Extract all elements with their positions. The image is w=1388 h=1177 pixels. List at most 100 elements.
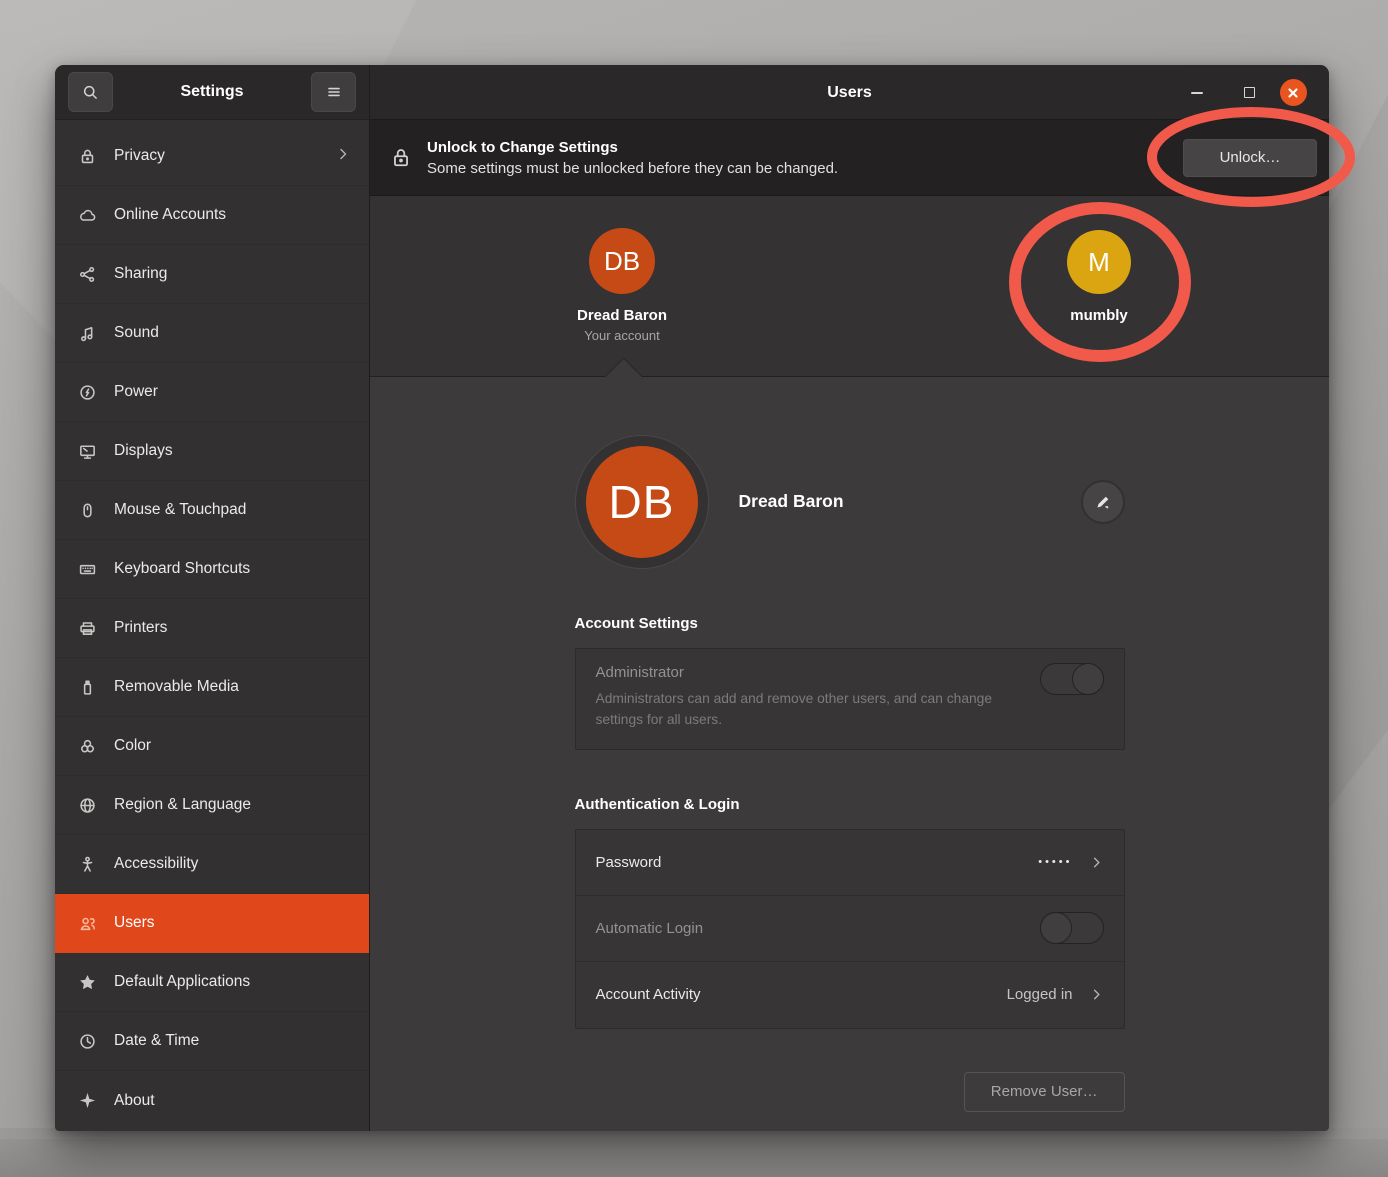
avatar-ring: DB (575, 435, 709, 569)
close-icon (1280, 79, 1307, 106)
sidebar-item-label: Displays (114, 442, 173, 460)
background-band (0, 1139, 1388, 1177)
unlock-button[interactable]: Unlock… (1183, 139, 1317, 177)
account-activity-value: Logged in (1007, 986, 1073, 1003)
password-dots: ••••• (1038, 856, 1072, 868)
user-subtitle: Your account (532, 328, 712, 343)
share-icon (77, 264, 97, 284)
close-button[interactable] (1273, 65, 1313, 120)
sidebar-item-label: Mouse & Touchpad (114, 501, 246, 519)
sidebar-item-label: Date & Time (114, 1032, 199, 1050)
lock-icon (77, 146, 97, 166)
user-card-mumbly[interactable]: M mumbly (1009, 196, 1189, 324)
sidebar-nav: Privacy Online Accounts Sharing Sound Po… (55, 120, 369, 1131)
sidebar-item-about[interactable]: About (55, 1071, 369, 1130)
hamburger-menu-icon (326, 84, 342, 100)
chevron-right-icon (335, 146, 351, 167)
unlock-banner-text: Unlock to Change Settings Some settings … (427, 139, 838, 177)
sidebar-item-label: Sharing (114, 265, 167, 283)
cloud-icon (77, 205, 97, 225)
toggle-knob (1072, 663, 1104, 695)
search-button[interactable] (68, 72, 113, 112)
user-name: Dread Baron (532, 307, 712, 324)
settings-window: Settings Privacy Online Accounts Sharing (55, 65, 1329, 1131)
color-circles-icon (77, 736, 97, 756)
user-detail-panel: DB Dread Baron Account Settings Administ… (370, 377, 1329, 1131)
users-icon (77, 913, 97, 933)
unlock-banner-title: Unlock to Change Settings (427, 139, 838, 156)
administrator-label: Administrator (596, 664, 1104, 681)
sidebar-item-label: Default Applications (114, 973, 250, 991)
account-settings-card: Administrator Administrators can add and… (575, 648, 1125, 750)
accessibility-icon (77, 854, 97, 874)
account-activity-row[interactable]: Account Activity Logged in (576, 962, 1124, 1028)
avatar[interactable]: DB (586, 446, 698, 558)
automatic-login-row: Automatic Login (576, 896, 1124, 962)
automatic-login-label: Automatic Login (596, 920, 704, 937)
power-icon (77, 382, 97, 402)
sidebar-item-region-language[interactable]: Region & Language (55, 776, 369, 835)
minimize-icon (1191, 92, 1203, 94)
sidebar: Settings Privacy Online Accounts Sharing (55, 65, 370, 1131)
music-note-icon (77, 323, 97, 343)
sidebar-item-sound[interactable]: Sound (55, 304, 369, 363)
search-icon (82, 84, 99, 101)
sidebar-item-keyboard-shortcuts[interactable]: Keyboard Shortcuts (55, 540, 369, 599)
sidebar-item-label: Removable Media (114, 678, 239, 696)
chevron-right-icon (1089, 987, 1104, 1002)
sidebar-item-label: Users (114, 914, 154, 932)
chevron-right-icon (1089, 855, 1104, 870)
maximize-button[interactable] (1234, 65, 1264, 120)
main-headerbar: Users (370, 65, 1329, 120)
toggle-knob (1040, 912, 1072, 944)
user-card-dread-baron[interactable]: DB Dread Baron Your account (532, 196, 712, 343)
sidebar-item-label: Region & Language (114, 796, 251, 814)
sidebar-item-color[interactable]: Color (55, 717, 369, 776)
sidebar-item-label: Online Accounts (114, 206, 226, 224)
star-icon (77, 972, 97, 992)
sidebar-item-privacy[interactable]: Privacy (55, 127, 369, 186)
detail-header: DB Dread Baron (575, 434, 1125, 569)
unlock-banner: Unlock to Change Settings Some settings … (370, 120, 1329, 196)
sidebar-item-printers[interactable]: Printers (55, 599, 369, 658)
menu-button[interactable] (311, 72, 356, 112)
user-carousel: DB Dread Baron Your account M mumbly (370, 196, 1329, 377)
sidebar-item-date-time[interactable]: Date & Time (55, 1012, 369, 1071)
remove-user-button[interactable]: Remove User… (964, 1072, 1125, 1112)
sidebar-item-sharing[interactable]: Sharing (55, 245, 369, 304)
password-row[interactable]: Password ••••• (576, 830, 1124, 896)
printer-icon (77, 618, 97, 638)
sidebar-item-label: Printers (114, 619, 167, 637)
sidebar-item-mouse-touchpad[interactable]: Mouse & Touchpad (55, 481, 369, 540)
sidebar-item-label: Accessibility (114, 855, 198, 873)
sidebar-item-power[interactable]: Power (55, 363, 369, 422)
password-label: Password (596, 854, 662, 871)
avatar: M (1067, 230, 1131, 294)
minimize-button[interactable] (1182, 65, 1212, 120)
mouse-icon (77, 500, 97, 520)
lock-icon (390, 146, 412, 170)
user-name: mumbly (1009, 307, 1189, 324)
globe-icon (77, 795, 97, 815)
flash-drive-icon (77, 677, 97, 697)
sidebar-item-default-applications[interactable]: Default Applications (55, 953, 369, 1012)
display-icon (77, 441, 97, 461)
sidebar-item-displays[interactable]: Displays (55, 422, 369, 481)
administrator-description: Administrators can add and remove other … (596, 688, 1026, 731)
sidebar-item-label: Power (114, 383, 158, 401)
sidebar-item-online-accounts[interactable]: Online Accounts (55, 186, 369, 245)
unlock-banner-subtitle: Some settings must be unlocked before th… (427, 160, 838, 177)
edit-name-button[interactable] (1081, 480, 1125, 524)
sidebar-item-label: Privacy (114, 147, 165, 165)
clock-icon (77, 1031, 97, 1051)
automatic-login-toggle[interactable] (1040, 912, 1104, 944)
sidebar-item-accessibility[interactable]: Accessibility (55, 835, 369, 894)
sidebar-item-removable-media[interactable]: Removable Media (55, 658, 369, 717)
detail-user-name: Dread Baron (739, 491, 844, 512)
sidebar-item-label: Sound (114, 324, 159, 342)
maximize-icon (1244, 87, 1255, 98)
administrator-toggle[interactable] (1040, 663, 1104, 695)
sidebar-item-label: Color (114, 737, 151, 755)
sidebar-item-label: Keyboard Shortcuts (114, 560, 250, 578)
sidebar-item-users[interactable]: Users (55, 894, 369, 953)
